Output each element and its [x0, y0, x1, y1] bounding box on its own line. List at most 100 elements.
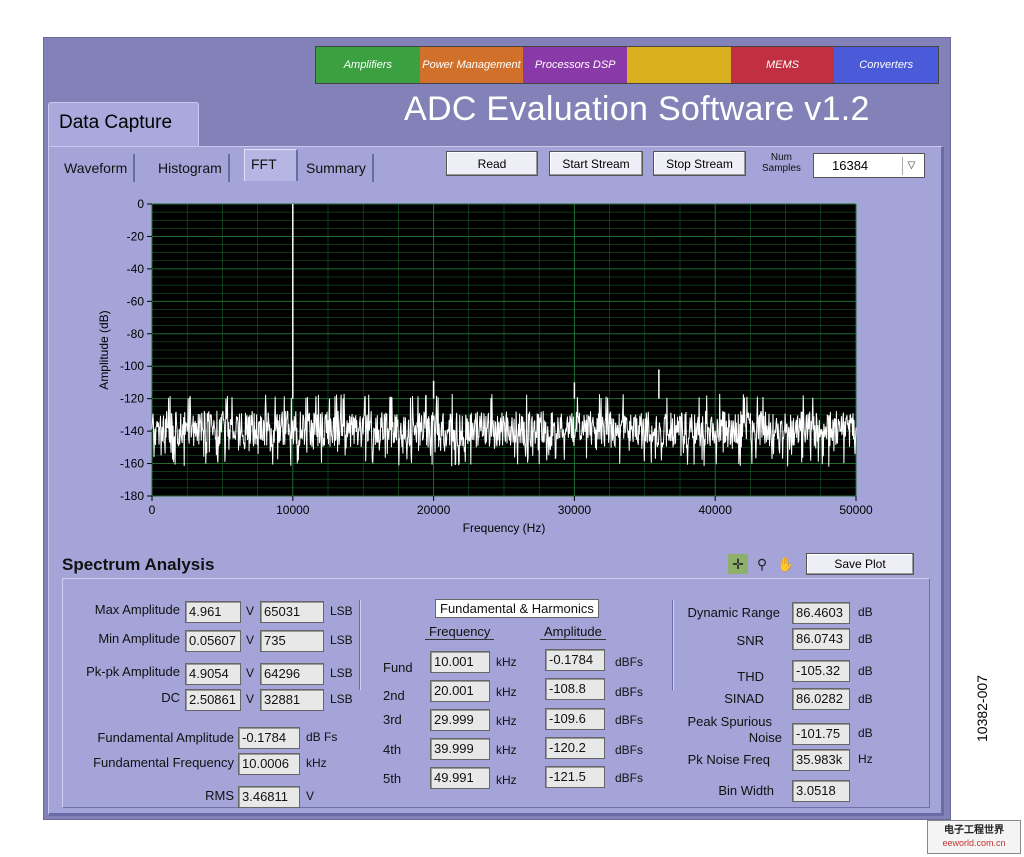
fundamental-amplitude-value: -0.1784: [238, 727, 300, 749]
dynamic-range-value: 86.4603: [792, 602, 850, 624]
max-amplitude-lsb: 65031: [260, 601, 324, 623]
pk-noise-freq-unit: Hz: [858, 752, 873, 766]
harmonic-amp-5th: -121.5: [545, 766, 605, 788]
app-window: Amplifiers Power Management Processors D…: [43, 37, 951, 820]
dc-v-unit: V: [246, 692, 255, 706]
start-stream-button[interactable]: Start Stream: [549, 151, 643, 176]
harmonic-amp-unit-fund: dBFs: [615, 655, 644, 669]
dynamic-range-unit: dB: [858, 605, 873, 619]
x-tick-label: 20000: [417, 503, 451, 517]
watermark-line-1: 电子工程世界: [944, 825, 1004, 836]
pkpk-amplitude-label: Pk-pk Amplitude: [86, 664, 180, 679]
x-tick-label: 0: [149, 503, 156, 517]
sinad-unit: dB: [858, 692, 873, 706]
watermark-line-2: eeworld.com.cn: [942, 838, 1006, 848]
save-plot-button[interactable]: Save Plot: [806, 553, 914, 575]
harmonic-freq-4th: 39.999: [430, 738, 490, 760]
y-tick-label: -120: [120, 392, 144, 406]
rms-unit: V: [306, 789, 315, 803]
harmonic-freq-5th: 49.991: [430, 767, 490, 789]
harmonic-label-fund: Fund: [383, 660, 413, 675]
x-tick-label: 40000: [699, 503, 733, 517]
bin-width-label: Bin Width: [718, 783, 774, 798]
snr-unit: dB: [858, 632, 873, 646]
pk-noise-freq-label: Pk Noise Freq: [687, 752, 770, 767]
sinad-value: 86.0282: [792, 688, 850, 710]
stop-stream-button[interactable]: Stop Stream: [653, 151, 746, 176]
banner-processors: Processors DSP: [523, 47, 628, 83]
harmonic-freq-unit-3rd: kHz: [496, 714, 517, 728]
thd-unit: dB: [858, 664, 873, 678]
peak-spurious-unit: dB: [858, 726, 873, 740]
tab-fft[interactable]: FFT: [244, 149, 298, 181]
read-button[interactable]: Read: [446, 151, 538, 176]
pkpk-amplitude-v: 4.9054: [185, 663, 241, 685]
tab-data-capture[interactable]: Data Capture: [48, 102, 199, 148]
y-tick-label: -160: [120, 457, 144, 471]
min-amplitude-lsb: 735: [260, 630, 324, 652]
peak-spurious-value: -101.75: [792, 723, 850, 745]
y-axis-label: Amplitude (dB): [97, 310, 111, 389]
banner-converters: Converters: [834, 47, 939, 83]
tab-summary[interactable]: Summary: [300, 154, 374, 182]
harmonic-freq-3rd: 29.999: [430, 709, 490, 731]
peak-spurious-label-1: Peak Spurious: [687, 714, 772, 729]
harmonic-label-5th: 5th: [383, 771, 402, 786]
min-amplitude-v-unit: V: [246, 633, 255, 647]
harmonics-amplitude-header: Amplitude: [540, 624, 606, 640]
min-amplitude-v: 0.05607: [185, 630, 241, 652]
snr-value: 86.0743: [792, 628, 850, 650]
y-tick-label: -100: [120, 359, 144, 373]
y-tick-label: -60: [127, 294, 145, 308]
zoom-icon[interactable]: ⚲: [752, 554, 772, 574]
harmonic-freq-2nd: 20.001: [430, 680, 490, 702]
dc-label: DC: [161, 690, 180, 705]
thd-label: THD: [737, 669, 764, 684]
rms-value: 3.46811: [238, 786, 300, 808]
harmonic-amp-2nd: -108.8: [545, 678, 605, 700]
harmonic-freq-unit-5th: kHz: [496, 773, 517, 787]
peak-spurious-label-2: Noise: [748, 730, 782, 745]
crosshair-icon[interactable]: ✛: [728, 554, 748, 574]
harmonic-amp-3rd: -109.6: [545, 708, 605, 730]
fundamental-frequency-unit: kHz: [306, 756, 327, 770]
pk-noise-freq-value: 35.983k: [792, 749, 850, 771]
dc-lsb: 32881: [260, 689, 324, 711]
y-tick-label: -40: [127, 262, 145, 276]
pkpk-amplitude-lsb-unit: LSB: [330, 666, 353, 680]
y-tick-label: -180: [120, 489, 144, 503]
harmonics-frequency-header: Frequency: [425, 624, 495, 640]
chevron-down-icon[interactable]: ▽: [902, 157, 920, 175]
num-samples-select[interactable]: 16384 ▽: [813, 153, 925, 178]
tab-histogram[interactable]: Histogram: [152, 154, 230, 182]
y-tick-label: -140: [120, 424, 144, 438]
banner-mems: MEMS: [730, 47, 835, 83]
rms-label: RMS: [205, 788, 234, 803]
harmonic-label-2nd: 2nd: [383, 688, 405, 703]
dynamic-range-label: Dynamic Range: [687, 605, 781, 620]
max-amplitude-lsb-unit: LSB: [330, 604, 353, 618]
divider-left: [359, 600, 361, 690]
harmonic-amp-fund: -0.1784: [545, 649, 605, 671]
fundamental-amplitude-unit: dB Fs: [306, 730, 338, 744]
banner-amplifiers: Amplifiers: [316, 47, 420, 83]
pan-hand-icon[interactable]: ✋: [776, 554, 796, 574]
max-amplitude-label: Max Amplitude: [94, 602, 180, 617]
harmonic-amp-unit-4th: dBFs: [615, 743, 644, 757]
figure-code: 10382-007: [974, 675, 990, 742]
x-tick-label: 50000: [839, 503, 873, 517]
x-tick-label: 30000: [558, 503, 592, 517]
y-tick-label: 0: [137, 197, 144, 211]
spectrum-analysis-title: Spectrum Analysis: [62, 555, 215, 574]
tab-waveform[interactable]: Waveform: [58, 154, 136, 182]
fundamental-amplitude-label: Fundamental Amplitude: [97, 730, 234, 745]
product-banner: Amplifiers Power Management Processors D…: [315, 46, 939, 84]
harmonic-freq-unit-4th: kHz: [496, 743, 517, 757]
thd-value: -105.32: [792, 660, 850, 682]
dc-lsb-unit: LSB: [330, 692, 353, 706]
max-amplitude-v-unit: V: [246, 604, 255, 618]
max-amplitude-v: 4.961: [185, 601, 241, 623]
min-amplitude-lsb-unit: LSB: [330, 633, 353, 647]
harmonic-freq-unit-fund: kHz: [496, 655, 517, 669]
y-tick-label: -20: [127, 229, 145, 243]
